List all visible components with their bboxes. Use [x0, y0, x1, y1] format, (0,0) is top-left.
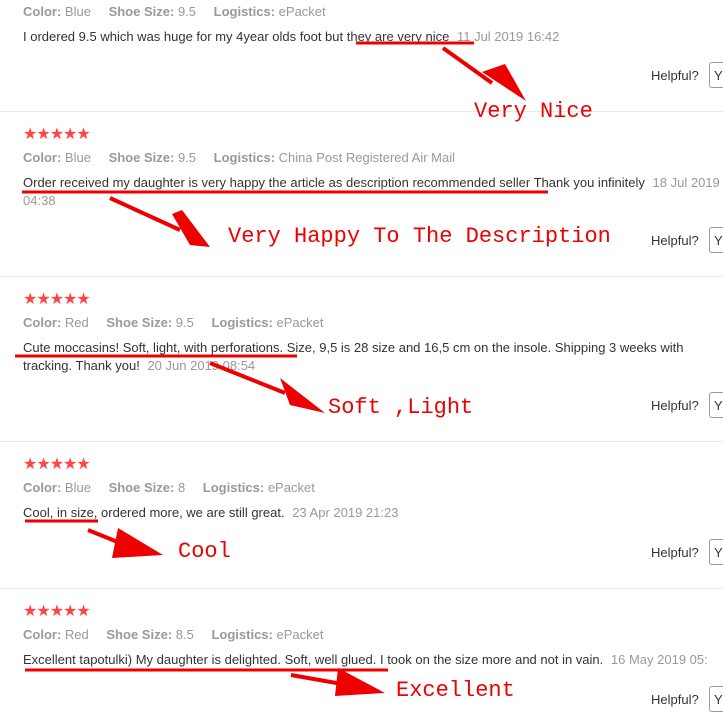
color-value: Blue	[64, 480, 91, 495]
arrow-shaft	[87, 528, 126, 547]
arrow-shaft	[290, 673, 343, 686]
rating-stars: ★★★★★	[23, 126, 91, 143]
color-value: Red	[64, 627, 89, 642]
helpful-yes-button[interactable]: Y	[709, 686, 723, 712]
logistics-value: China Post Registered Air Mail	[278, 150, 455, 165]
color-label: Color:	[23, 4, 62, 19]
helpful-label: Helpful?	[651, 68, 699, 83]
annotation-excellent: Excellent	[396, 678, 515, 703]
helpful-label: Helpful?	[651, 692, 699, 707]
color-label: Color:	[23, 480, 62, 495]
review-meta: Color: Blue Shoe Size: 9.5 Logistics: eP…	[23, 4, 340, 20]
review-text: Cute moccasins! Soft, light, with perfor…	[23, 339, 721, 375]
arrowhead-icon	[482, 64, 526, 101]
divider	[0, 588, 723, 589]
shoe-size-label: Shoe Size:	[106, 315, 173, 330]
review-meta: Color: Red Shoe Size: 9.5 Logistics: ePa…	[23, 315, 337, 331]
logistics-label: Logistics:	[213, 150, 276, 165]
helpful-label: Helpful?	[651, 233, 699, 248]
annotation-very-nice: Very Nice	[474, 99, 593, 124]
divider	[0, 441, 723, 442]
helpful-label: Helpful?	[651, 545, 699, 560]
rating-stars: ★★★★★	[23, 456, 91, 473]
helpful-label: Helpful?	[651, 398, 699, 413]
shoe-size-label: Shoe Size:	[108, 4, 175, 19]
logistics-label: Logistics:	[211, 315, 273, 330]
logistics-value: ePacket	[276, 315, 324, 330]
arrowhead-icon	[112, 528, 163, 558]
shoe-size-value: 8.5	[175, 627, 194, 642]
color-label: Color:	[23, 150, 62, 165]
arrow-shaft	[441, 46, 494, 85]
annotation-soft-light: Soft ,Light	[328, 395, 474, 420]
helpful-yes-button[interactable]: Y	[709, 227, 723, 253]
logistics-value: ePacket	[267, 480, 315, 495]
review-date: 16 May 2019 05:	[610, 652, 708, 667]
logistics-value: ePacket	[276, 627, 324, 642]
review-body: Excellent tapotulki) My daughter is deli…	[23, 652, 604, 667]
annotation-very-happy: Very Happy To The Description	[228, 224, 611, 249]
shoe-size-value: 9.5	[175, 315, 194, 330]
helpful-yes-button[interactable]: Y	[709, 392, 723, 418]
review-text: Excellent tapotulki) My daughter is deli…	[23, 651, 721, 669]
rating-stars: ★★★★★	[23, 603, 91, 620]
review-text: I ordered 9.5 which was huge for my 4yea…	[23, 28, 721, 46]
logistics-value: ePacket	[278, 4, 326, 19]
logistics-label: Logistics:	[202, 480, 265, 495]
review-text: Cool, in size, ordered more, we are stil…	[23, 504, 721, 522]
arrowhead-icon	[335, 668, 385, 696]
review-meta: Color: Blue Shoe Size: 8 Logistics: ePac…	[23, 480, 329, 496]
review-meta: Color: Blue Shoe Size: 9.5 Logistics: Ch…	[23, 150, 469, 166]
arrowhead-icon	[172, 210, 210, 247]
arrowhead-icon	[280, 378, 325, 413]
logistics-label: Logistics:	[213, 4, 276, 19]
shoe-size-label: Shoe Size:	[108, 150, 175, 165]
divider	[0, 111, 723, 112]
shoe-size-value: 9.5	[177, 4, 197, 19]
logistics-label: Logistics:	[211, 627, 273, 642]
review-body: I ordered 9.5 which was huge for my 4yea…	[23, 29, 450, 44]
shoe-size-label: Shoe Size:	[108, 480, 175, 495]
shoe-size-value: 9.5	[177, 150, 197, 165]
review-date: 23 Apr 2019 21:23	[292, 505, 399, 520]
color-value: Blue	[64, 4, 91, 19]
divider	[0, 276, 723, 277]
review-body: Cute moccasins! Soft, light, with perfor…	[23, 340, 684, 373]
review-body: Order received my daughter is very happy…	[23, 175, 645, 190]
color-label: Color:	[23, 315, 62, 330]
review-text: Order received my daughter is very happy…	[23, 174, 721, 210]
shoe-size-value: 8	[177, 480, 186, 495]
annotation-cool: Cool	[178, 539, 231, 564]
review-meta: Color: Red Shoe Size: 8.5 Logistics: ePa…	[23, 627, 337, 643]
color-value: Red	[64, 315, 89, 330]
review-date: 11 Jul 2019 16:42	[456, 29, 560, 44]
review-body: Cool, in size, ordered more, we are stil…	[23, 505, 285, 520]
helpful-yes-button[interactable]: Y	[709, 539, 723, 565]
shoe-size-label: Shoe Size:	[106, 627, 173, 642]
rating-stars: ★★★★★	[23, 291, 91, 308]
review-date: 20 Jun 2019 08:54	[147, 358, 256, 373]
color-value: Blue	[64, 150, 91, 165]
color-label: Color:	[23, 627, 62, 642]
helpful-yes-button[interactable]: Y	[709, 62, 723, 88]
